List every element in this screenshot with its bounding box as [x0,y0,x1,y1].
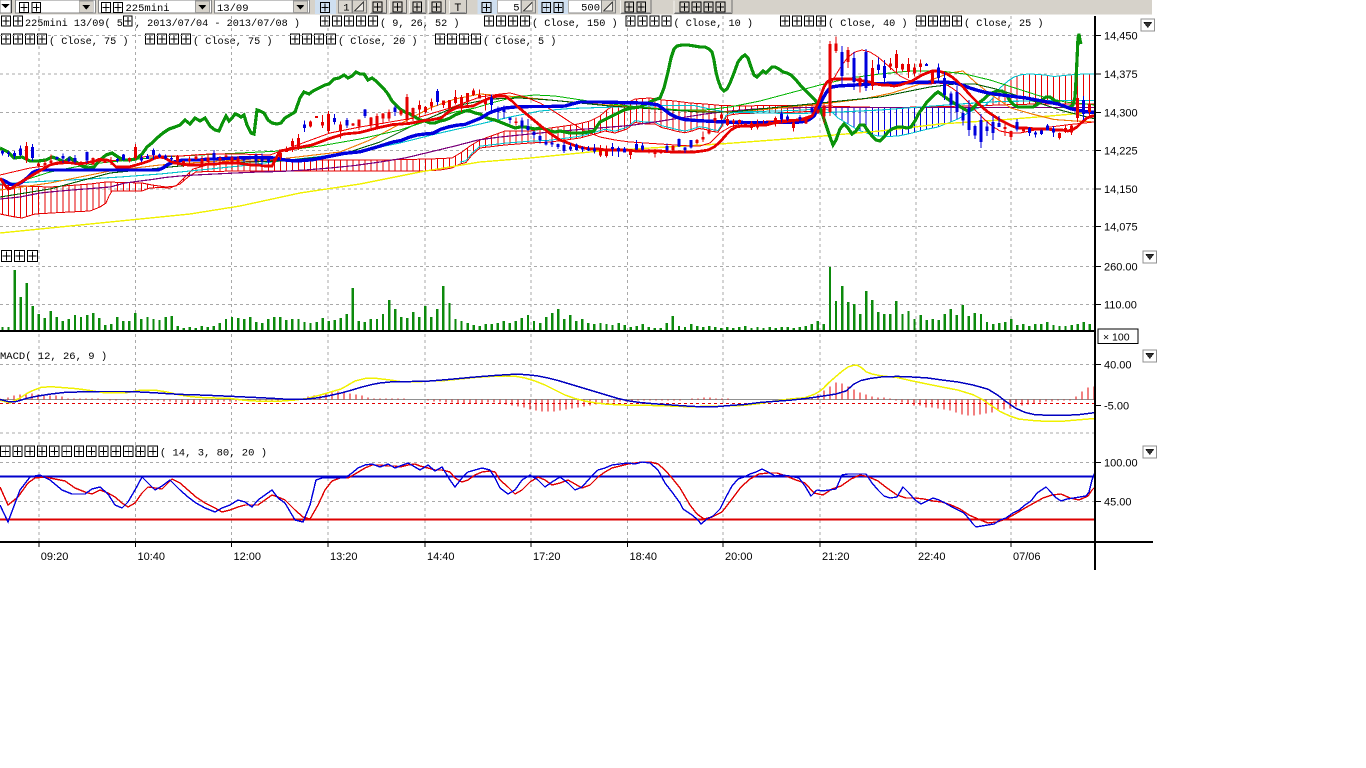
svg-text:14,150: 14,150 [1104,184,1138,196]
svg-text:40.00: 40.00 [1104,360,1132,372]
svg-text:T: T [455,2,462,14]
svg-text:225mini 13/09( 5: 225mini 13/09( 5 [25,18,123,30]
svg-text:110.00: 110.00 [1104,300,1137,312]
svg-text:18:40: 18:40 [630,551,658,563]
svg-text:20:00: 20:00 [725,551,753,563]
svg-text:( Close, 75 ): ( Close, 75 ) [49,36,128,48]
svg-text:10:40: 10:40 [138,551,166,563]
svg-text:( Close, 75 ): ( Close, 75 ) [193,36,272,48]
svg-text:21:20: 21:20 [822,551,850,563]
svg-text:17:20: 17:20 [533,551,561,563]
svg-text:14,300: 14,300 [1104,108,1138,120]
svg-text:09:20: 09:20 [41,551,69,563]
svg-text:× 100: × 100 [1103,332,1130,344]
svg-text:( Close, 5 ): ( Close, 5 ) [483,36,556,48]
svg-text:5: 5 [513,3,519,15]
svg-text:( 14, 3, 80, 20 ): ( 14, 3, 80, 20 ) [160,448,267,460]
svg-text:( Close, 40 ): ( Close, 40 ) [828,18,907,30]
svg-text:14,450: 14,450 [1104,31,1138,43]
svg-text:( 9, 26, 52 ): ( 9, 26, 52 ) [380,18,459,30]
svg-text:MACD( 12, 26, 9 ): MACD( 12, 26, 9 ) [0,351,107,363]
svg-text:14,225: 14,225 [1104,146,1138,158]
svg-text:225mini: 225mini [126,3,170,15]
svg-text:22:40: 22:40 [918,551,946,563]
svg-text:( Close, 10 ): ( Close, 10 ) [674,18,753,30]
svg-text:( Close, 150 ): ( Close, 150 ) [532,18,618,30]
svg-text:45.00: 45.00 [1104,497,1132,509]
svg-text:14:40: 14:40 [427,551,455,563]
svg-text:12:00: 12:00 [234,551,262,563]
svg-text:( Close, 20 ): ( Close, 20 ) [338,36,417,48]
svg-text:( Close, 25 ): ( Close, 25 ) [964,18,1043,30]
svg-text:13:20: 13:20 [330,551,358,563]
svg-text:-5.00: -5.00 [1104,401,1129,413]
svg-text:07/06: 07/06 [1013,551,1041,563]
svg-text:, 2013/07/04 - 2013/07/08 ): , 2013/07/04 - 2013/07/08 ) [135,18,300,30]
svg-text:13/09: 13/09 [217,3,249,15]
svg-text:14,075: 14,075 [1104,222,1138,234]
svg-text:100.00: 100.00 [1104,458,1138,470]
svg-text:1: 1 [343,3,349,15]
svg-text:500: 500 [581,3,600,15]
svg-text:260.00: 260.00 [1104,262,1138,274]
svg-text:14,375: 14,375 [1104,69,1138,81]
